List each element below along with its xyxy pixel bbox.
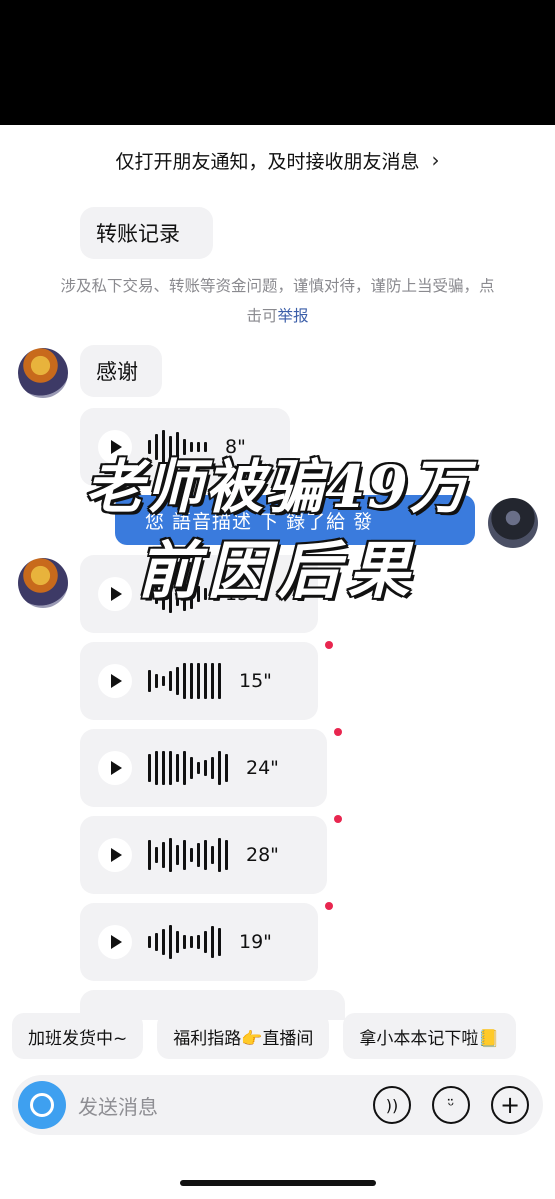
camera-icon[interactable]	[18, 1081, 66, 1129]
voice-duration: 28"	[246, 844, 279, 866]
unread-dot	[334, 815, 342, 823]
chevron-right-icon: ›	[431, 148, 440, 172]
report-link[interactable]: 举报	[278, 307, 309, 325]
overlay-title: 老师被骗49万	[84, 452, 470, 523]
waveform-icon	[148, 661, 225, 701]
voice-message[interactable]: 24"	[80, 729, 327, 807]
plus-icon[interactable]: +	[491, 1086, 529, 1124]
quick-reply-bar: 加班发货中~ 福利指路👉直播间 拿小本本记下啦📒	[0, 1010, 555, 1062]
play-icon[interactable]	[98, 751, 132, 785]
voice-message[interactable]: 15"	[80, 642, 318, 720]
notification-text: 仅打开朋友通知，及时接收朋友消息	[115, 150, 420, 173]
voice-message[interactable]: 28"	[80, 816, 327, 894]
emoji-icon[interactable]: ᵕ̈	[432, 1086, 470, 1124]
notification-banner[interactable]: 仅打开朋友通知，及时接收朋友消息 ›	[0, 125, 555, 195]
transfer-record-bubble[interactable]: 转账记录	[80, 207, 213, 259]
voice-duration: 24"	[246, 757, 279, 779]
status-bar-area	[0, 0, 555, 125]
play-icon[interactable]	[98, 925, 132, 959]
quick-reply-chip[interactable]: 加班发货中~	[12, 1013, 144, 1059]
unread-dot	[325, 902, 333, 910]
home-indicator	[180, 1180, 376, 1186]
thanks-bubble[interactable]: 感谢	[80, 345, 162, 397]
safety-warning: 涉及私下交易、转账等资金问题，谨慎对待，谨防上当受骗，点击可举报	[60, 271, 495, 331]
avatar[interactable]	[18, 348, 68, 398]
unread-dot	[325, 641, 333, 649]
play-icon[interactable]	[98, 664, 132, 698]
quick-reply-chip[interactable]: 拿小本本记下啦📒	[343, 1013, 516, 1059]
quick-reply-chip[interactable]: 福利指路👉直播间	[157, 1013, 330, 1059]
waveform-icon	[148, 835, 232, 875]
message-input[interactable]: 发送消息	[78, 1091, 373, 1120]
voice-message[interactable]: 19"	[80, 903, 318, 981]
play-icon[interactable]	[98, 838, 132, 872]
unread-dot	[334, 728, 342, 736]
waveform-icon	[148, 748, 232, 788]
voice-duration: 19"	[239, 931, 272, 953]
waveform-icon	[148, 922, 225, 962]
voice-duration: 15"	[239, 670, 272, 692]
thanks-text: 感谢	[96, 360, 138, 384]
transfer-record-text: 转账记录	[96, 222, 180, 246]
voice-icon[interactable]: ))	[373, 1086, 411, 1124]
message-input-bar: 发送消息 )) ᵕ̈ +	[12, 1075, 543, 1135]
overlay-subtitle: 前因后果	[136, 533, 418, 609]
